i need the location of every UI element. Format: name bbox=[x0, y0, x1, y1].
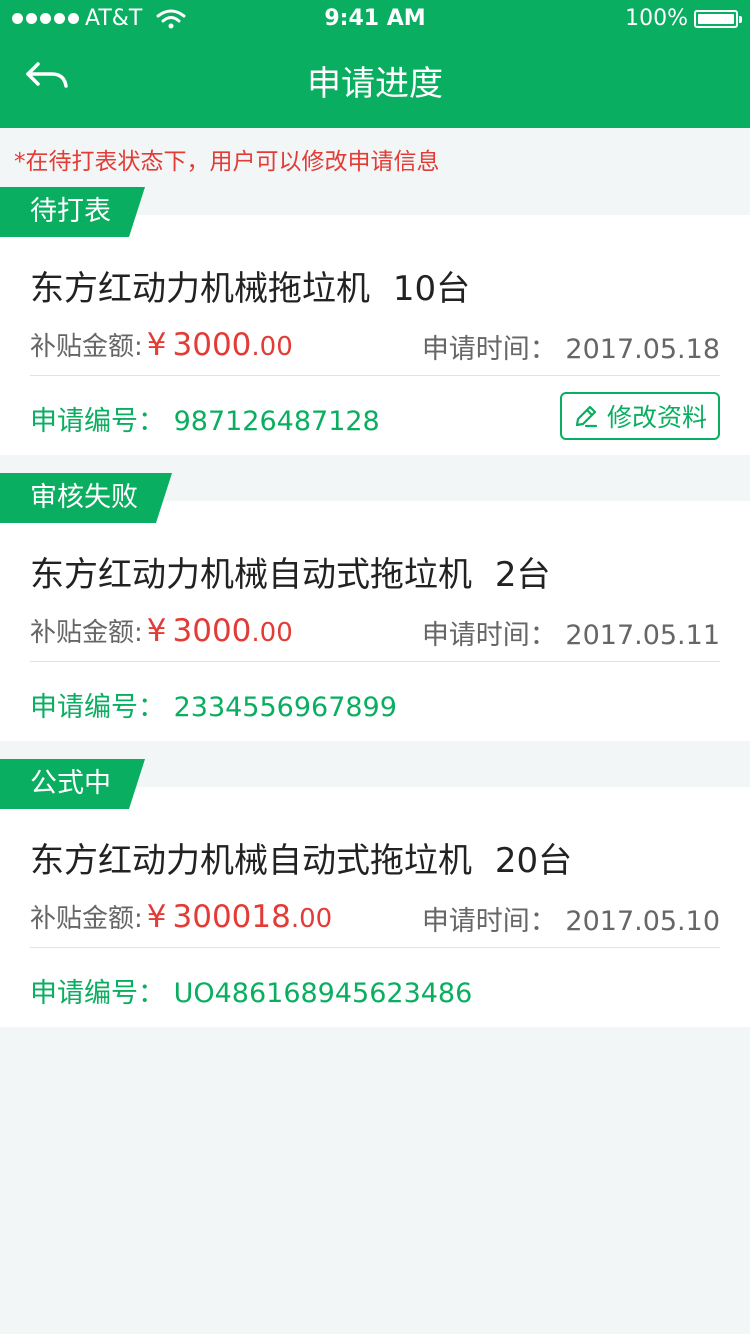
battery-icon bbox=[694, 9, 742, 28]
subsidy-amount: ¥3000.00 bbox=[147, 327, 293, 363]
status-tag: 待打表 bbox=[0, 187, 145, 237]
subsidy-label: 补贴金额: bbox=[30, 332, 143, 362]
subsidy-row: 补贴金额: ¥3000.00 bbox=[30, 326, 293, 363]
page-title: 申请进度 bbox=[307, 64, 443, 104]
amount-integer: 3000 bbox=[172, 613, 252, 649]
application-number-row: 申请编号： 987126487128 bbox=[30, 399, 380, 438]
currency-symbol: ¥ bbox=[146, 899, 167, 935]
application-number-row: 申请编号： 2334556967899 bbox=[30, 685, 397, 724]
application-card: 待打表 东方红动力机械拖垃机 10台 补贴金额: ¥3000.00 申请时间： … bbox=[0, 187, 750, 455]
apply-time-label: 申请时间： bbox=[421, 334, 557, 365]
apply-time-row: 申请时间： 2017.05.18 bbox=[422, 327, 720, 366]
divider bbox=[30, 661, 720, 662]
status-tag: 审核失败 bbox=[0, 473, 172, 523]
navigation-bar: 申请进度 bbox=[0, 40, 750, 128]
edit-info-label: 修改资料 bbox=[606, 403, 707, 432]
card-body[interactable]: 东方红动力机械自动式拖垃机 2台 补贴金额: ¥3000.00 申请时间： 20… bbox=[0, 501, 750, 741]
apply-time-row: 申请时间： 2017.05.11 bbox=[422, 613, 720, 652]
amount-decimal: .00 bbox=[290, 904, 333, 934]
divider bbox=[30, 947, 720, 948]
apply-date: 2017.05.18 bbox=[565, 334, 720, 365]
item-quantity: 10台 bbox=[392, 269, 471, 309]
apply-date: 2017.05.11 bbox=[565, 620, 720, 651]
subsidy-label: 补贴金额: bbox=[30, 618, 143, 648]
currency-symbol: ¥ bbox=[146, 613, 167, 649]
edit-info-button[interactable]: 修改资料 bbox=[560, 392, 720, 440]
item-name-text: 东方红动力机械拖垃机 bbox=[30, 269, 370, 309]
battery-percent: 100% bbox=[625, 6, 688, 31]
header: AT&T 9:41 AM 100% 申请进度 bbox=[0, 0, 750, 128]
apply-time-row: 申请时间： 2017.05.10 bbox=[422, 899, 720, 938]
item-name: 东方红动力机械自动式拖垃机 2台 bbox=[30, 547, 550, 596]
status-right: 100% bbox=[625, 6, 742, 31]
currency-symbol: ¥ bbox=[146, 327, 167, 363]
status-tag: 公式中 bbox=[0, 759, 145, 809]
amount-decimal: .00 bbox=[251, 332, 293, 362]
item-name: 东方红动力机械自动式拖垃机 20台 bbox=[30, 833, 572, 882]
pencil-icon bbox=[575, 405, 598, 428]
item-name-text: 东方红动力机械自动式拖垃机 bbox=[30, 841, 472, 881]
amount-integer: 300018 bbox=[172, 899, 291, 935]
item-quantity: 20台 bbox=[494, 841, 573, 881]
subsidy-label: 补贴金额: bbox=[30, 904, 143, 934]
application-number-label: 申请编号： bbox=[30, 406, 165, 437]
subsidy-row: 补贴金额: ¥300018.00 bbox=[30, 898, 332, 935]
subsidy-row: 补贴金额: ¥3000.00 bbox=[30, 612, 293, 649]
application-card: 公式中 东方红动力机械自动式拖垃机 20台 补贴金额: ¥300018.00 申… bbox=[0, 759, 750, 1027]
item-name-text: 东方红动力机械自动式拖垃机 bbox=[30, 555, 472, 595]
application-number: 987126487128 bbox=[173, 406, 380, 437]
card-body[interactable]: 东方红动力机械自动式拖垃机 20台 补贴金额: ¥300018.00 申请时间：… bbox=[0, 787, 750, 1027]
edit-notice: *在待打表状态下，用户可以修改申请信息 bbox=[14, 149, 440, 175]
application-number-label: 申请编号： bbox=[30, 978, 165, 1009]
apply-time-label: 申请时间： bbox=[421, 620, 557, 651]
item-name: 东方红动力机械拖垃机 10台 bbox=[30, 261, 470, 310]
application-number: UO486168945623486 bbox=[173, 978, 473, 1009]
apply-time-label: 申请时间： bbox=[421, 906, 557, 937]
application-number-label: 申请编号： bbox=[30, 692, 165, 723]
divider bbox=[30, 375, 720, 376]
subsidy-amount: ¥3000.00 bbox=[147, 613, 293, 649]
item-quantity: 2台 bbox=[494, 555, 551, 595]
apply-date: 2017.05.10 bbox=[565, 906, 720, 937]
application-number-row: 申请编号： UO486168945623486 bbox=[30, 971, 472, 1010]
status-bar: AT&T 9:41 AM 100% bbox=[0, 0, 750, 40]
card-body[interactable]: 东方红动力机械拖垃机 10台 补贴金额: ¥3000.00 申请时间： 2017… bbox=[0, 215, 750, 455]
amount-decimal: .00 bbox=[251, 618, 293, 648]
subsidy-amount: ¥300018.00 bbox=[147, 899, 332, 935]
application-number: 2334556967899 bbox=[173, 692, 397, 723]
application-card: 审核失败 东方红动力机械自动式拖垃机 2台 补贴金额: ¥3000.00 申请时… bbox=[0, 473, 750, 741]
amount-integer: 3000 bbox=[172, 327, 252, 363]
